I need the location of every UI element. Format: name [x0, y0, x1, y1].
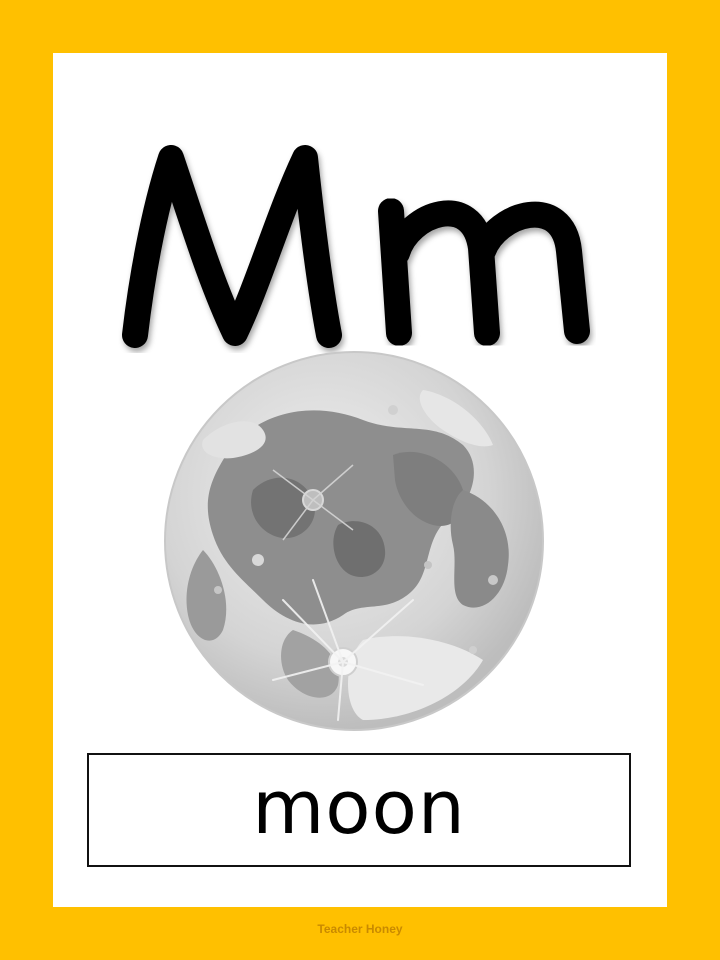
- lowercase-letter-glyph: [378, 198, 590, 346]
- uppercase-letter-glyph: [122, 145, 342, 348]
- word-label: moon: [252, 765, 466, 851]
- credit-text: Teacher Honey: [317, 922, 403, 936]
- uppercase-letter: M: [233, 252, 234, 254]
- moon-illustration: [164, 351, 544, 731]
- moon-icon: [163, 350, 545, 732]
- word-box: moon: [87, 753, 631, 867]
- flashcard: M m moon: [53, 53, 667, 907]
